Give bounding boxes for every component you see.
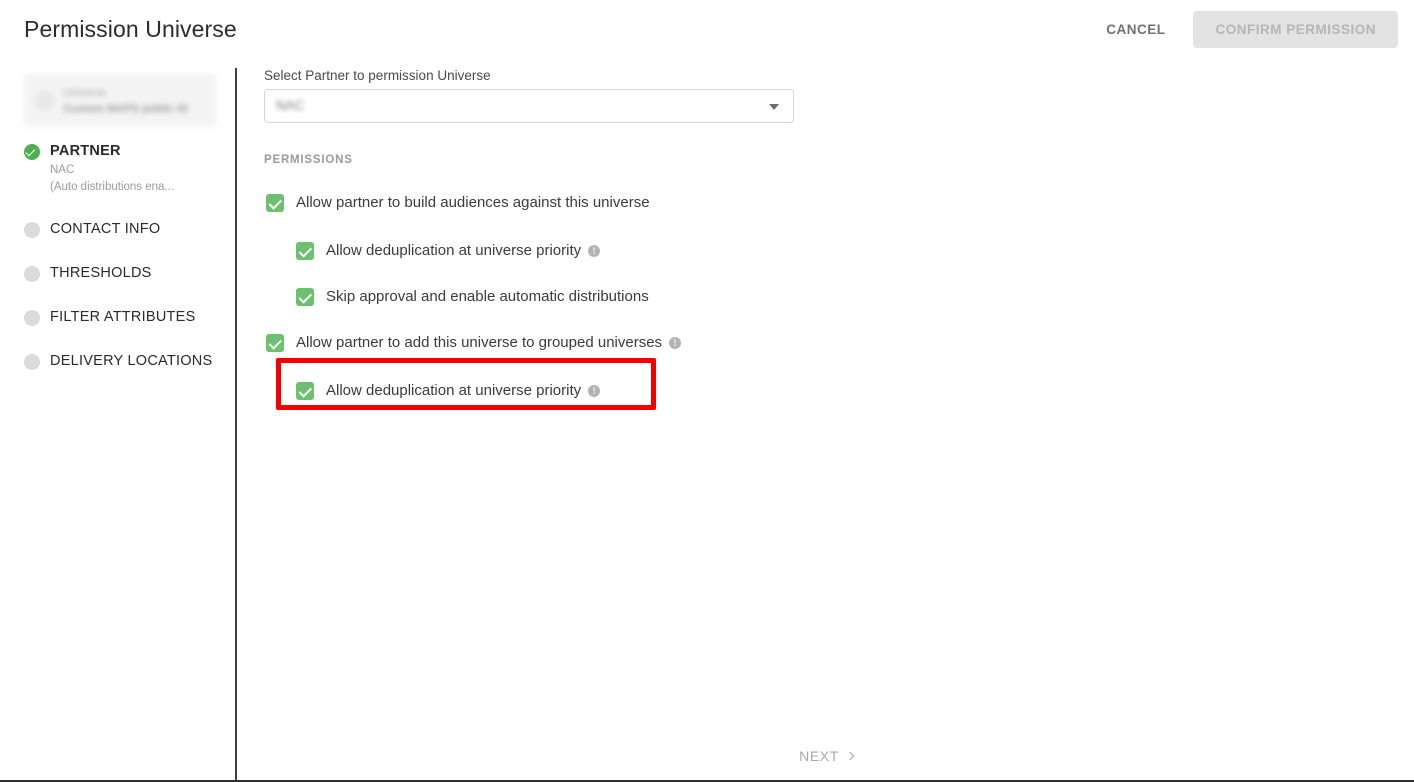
info-icon[interactable]: !: [588, 385, 601, 397]
page-title: Permission Universe: [24, 16, 237, 42]
next-button-label: NEXT: [799, 748, 839, 764]
entity-card[interactable]: Universe Custom MAPS public ID: [24, 74, 216, 127]
checkbox-checked-icon[interactable]: [266, 334, 284, 352]
permission-label: Allow deduplication at universe priority: [326, 242, 582, 259]
permission-label: Skip approval and enable automatic distr…: [326, 288, 649, 305]
sidebar-item-thresholds[interactable]: THRESHOLDS: [0, 264, 236, 283]
permission-label: Allow partner to build audiences against…: [296, 194, 650, 211]
permission-row-build-audiences[interactable]: Allow partner to build audiences against…: [238, 184, 1414, 222]
permissions-section-title: PERMISSIONS: [264, 154, 353, 166]
sidebar-divider: [235, 68, 237, 780]
permission-label: Allow deduplication at universe priority: [326, 382, 582, 399]
sidebar-item-partner[interactable]: PARTNER NAC (Auto distributions ena...: [0, 142, 236, 195]
sidebar-item-filter-attributes-body: FILTER ATTRIBUTES: [50, 308, 196, 327]
sidebar-item-delivery-locations[interactable]: DELIVERY LOCATIONS: [0, 352, 236, 371]
wizard-step-list: PARTNER NAC (Auto distributions ena... C…: [0, 142, 236, 396]
wizard-footer: NEXT: [238, 732, 1414, 780]
partner-select-value: NAC: [276, 98, 305, 113]
sidebar-item-delivery-locations-body: DELIVERY LOCATIONS: [50, 352, 212, 371]
circle-icon: [24, 354, 40, 370]
sidebar-item-label: DELIVERY LOCATIONS: [50, 353, 213, 369]
permission-label: Allow partner to add this universe to gr…: [296, 334, 663, 351]
info-icon[interactable]: !: [669, 337, 682, 349]
sidebar-item-thresholds-body: THRESHOLDS: [50, 264, 152, 283]
entity-card-line-1: Universe: [63, 86, 107, 99]
confirm-permission-button[interactable]: CONFIRM PERMISSION: [1193, 11, 1398, 48]
permission-row-dedup-audiences[interactable]: Allow deduplication at universe priority…: [238, 232, 1414, 270]
permissions-list: Allow partner to build audiences against…: [238, 184, 1414, 418]
check-circle-icon: [24, 144, 40, 160]
partner-field-label: Select Partner to permission Universe: [264, 68, 491, 83]
checkbox-checked-icon[interactable]: [266, 194, 284, 212]
header-actions: CANCEL CONFIRM PERMISSION: [1094, 11, 1398, 48]
checkbox-checked-icon[interactable]: [296, 288, 314, 306]
chevron-down-icon: [769, 104, 779, 110]
sidebar-item-partner-body: PARTNER NAC (Auto distributions ena...: [50, 142, 174, 195]
entity-card-line-2: Custom MAPS public ID: [63, 102, 189, 115]
checkbox-checked-icon[interactable]: [296, 382, 314, 400]
chevron-right-icon: [845, 751, 855, 761]
main-panel: Select Partner to permission Universe NA…: [238, 58, 1414, 780]
sidebar-item-partner-sub1: NAC: [50, 164, 75, 176]
sidebar-item-contact-info-body: CONTACT INFO: [50, 220, 160, 239]
partner-select[interactable]: NAC: [264, 89, 794, 123]
circle-icon: [24, 310, 40, 326]
circle-icon: [24, 222, 40, 238]
permission-row-skip-approval[interactable]: Skip approval and enable automatic distr…: [238, 278, 1414, 316]
app-header: Permission Universe CANCEL CONFIRM PERMI…: [0, 0, 1414, 58]
permission-universe-screen: Permission Universe CANCEL CONFIRM PERMI…: [0, 0, 1414, 782]
entity-card-text: Universe Custom MAPS public ID: [63, 87, 188, 115]
sidebar-item-label: THRESHOLDS: [50, 265, 152, 281]
info-icon[interactable]: !: [588, 245, 601, 257]
permission-row-dedup-grouped[interactable]: Allow deduplication at universe priority…: [238, 372, 1414, 410]
sidebar-item-partner-sub2: (Auto distributions ena...: [50, 181, 175, 193]
checkbox-checked-icon[interactable]: [296, 242, 314, 260]
sidebar-item-label: PARTNER: [50, 143, 121, 159]
target-icon: [36, 92, 53, 109]
wizard-sidebar: Universe Custom MAPS public ID PARTNER N…: [0, 58, 236, 780]
sidebar-item-label: CONTACT INFO: [50, 221, 161, 237]
cancel-button[interactable]: CANCEL: [1094, 12, 1177, 47]
permission-row-grouped-universes[interactable]: Allow partner to add this universe to gr…: [238, 324, 1414, 362]
sidebar-item-label: FILTER ATTRIBUTES: [50, 309, 196, 325]
next-button[interactable]: NEXT: [789, 742, 863, 770]
circle-icon: [24, 266, 40, 282]
sidebar-item-filter-attributes[interactable]: FILTER ATTRIBUTES: [0, 308, 236, 327]
sidebar-item-contact-info[interactable]: CONTACT INFO: [0, 220, 236, 239]
